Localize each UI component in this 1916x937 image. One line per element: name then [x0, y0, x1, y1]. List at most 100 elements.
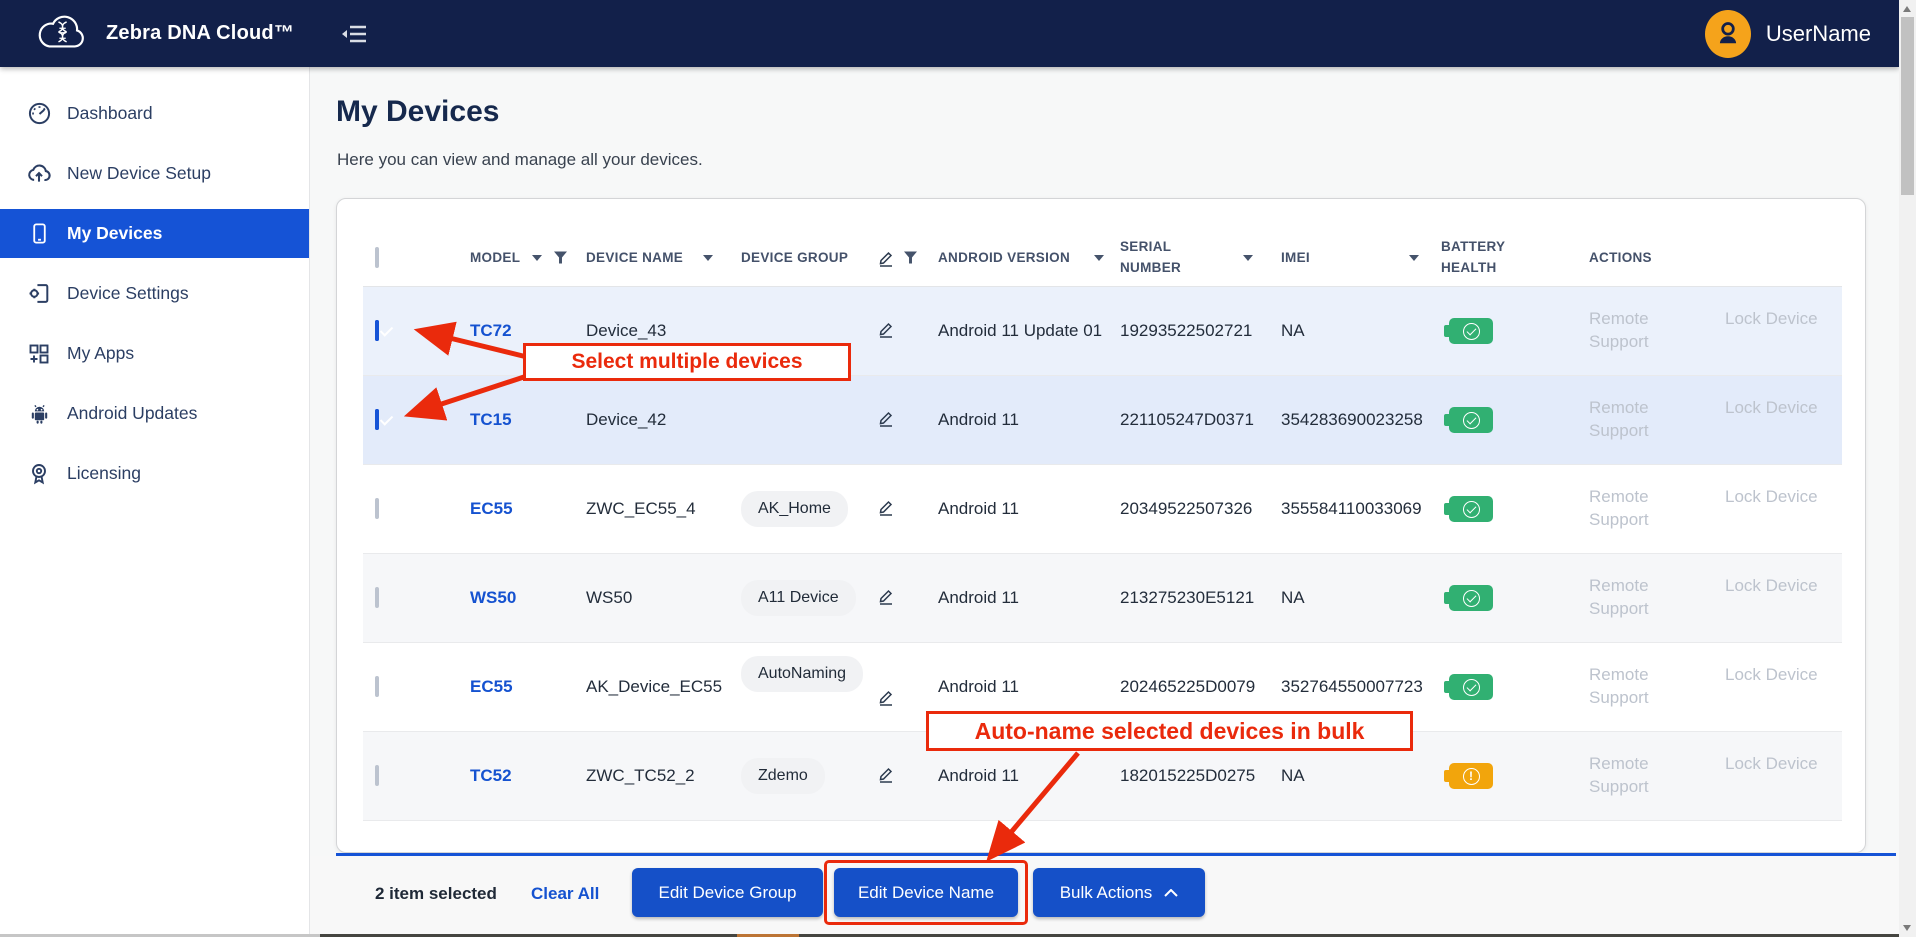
- select-all-checkbox[interactable]: [375, 247, 379, 268]
- column-header-group-tools: [877, 249, 938, 267]
- column-header-model[interactable]: MODEL: [470, 250, 586, 265]
- scrollbar-down-arrow-icon[interactable]: [1903, 925, 1911, 931]
- row-checkbox[interactable]: [375, 320, 379, 341]
- sidebar-item-licensing[interactable]: Licensing: [0, 449, 309, 498]
- page-scrollbar[interactable]: [1899, 0, 1916, 937]
- serial-number-cell: 19293522502721: [1120, 320, 1281, 343]
- table-row: EC55 ZWC_EC55_4 AK_Home Android 11 20349…: [363, 465, 1842, 554]
- lock-device-action[interactable]: Lock Device: [1725, 753, 1831, 799]
- filter-funnel-icon[interactable]: [554, 251, 567, 264]
- device-group-chip: AutoNaming: [741, 656, 863, 692]
- filter-funnel-icon[interactable]: [904, 251, 917, 264]
- sidebar-item-my-devices[interactable]: My Devices: [0, 209, 309, 258]
- lock-device-action[interactable]: Lock Device: [1725, 308, 1831, 354]
- column-header-serial-number[interactable]: SERIAL NUMBER: [1120, 237, 1281, 278]
- user-avatar[interactable]: [1705, 10, 1751, 58]
- zebra-dna-cloud-logo-icon: [34, 8, 92, 59]
- page-title: My Devices: [336, 95, 499, 129]
- android-version-cell: Android 11: [938, 498, 1120, 521]
- remote-support-action[interactable]: Remote Support: [1589, 753, 1695, 799]
- sort-caret-icon[interactable]: [532, 255, 542, 261]
- column-header-battery-health: BATTERY HEALTH: [1441, 237, 1589, 278]
- row-checkbox[interactable]: [375, 587, 379, 608]
- sort-caret-icon[interactable]: [703, 255, 713, 261]
- row-checkbox[interactable]: [375, 676, 379, 697]
- edit-pencil-icon[interactable]: [877, 587, 895, 605]
- sidebar-item-android-updates[interactable]: Android Updates: [0, 389, 309, 438]
- battery-health-good-icon: [1449, 318, 1493, 344]
- edit-pencil-icon[interactable]: [877, 498, 895, 516]
- model-link[interactable]: WS50: [470, 588, 516, 607]
- sidebar-item-label: Android Updates: [67, 403, 197, 424]
- remote-support-action[interactable]: Remote Support: [1589, 486, 1695, 532]
- clear-all-link[interactable]: Clear All: [531, 884, 599, 904]
- remote-support-action[interactable]: Remote Support: [1589, 575, 1695, 621]
- imei-cell: NA: [1281, 765, 1441, 788]
- imei-cell: NA: [1281, 320, 1441, 343]
- device-group-cell: AutoNaming: [741, 669, 877, 705]
- row-checkbox[interactable]: [375, 498, 379, 519]
- remote-support-action[interactable]: Remote Support: [1589, 664, 1695, 710]
- sort-caret-icon[interactable]: [1094, 255, 1104, 261]
- row-checkbox[interactable]: [375, 409, 379, 430]
- sidebar-item-my-apps[interactable]: My Apps: [0, 329, 309, 378]
- brand-title: Zebra DNA Cloud™: [106, 22, 294, 45]
- device-group-cell: AK_Home: [741, 491, 877, 527]
- serial-number-cell: 221105247D0371: [1120, 409, 1281, 432]
- selected-count-text: 2 item selected: [375, 884, 497, 904]
- column-header-android-version[interactable]: ANDROID VERSION: [938, 250, 1120, 265]
- edit-pencil-icon[interactable]: [877, 320, 895, 338]
- sort-caret-icon[interactable]: [1409, 255, 1419, 261]
- sidebar-item-dashboard[interactable]: Dashboard: [0, 89, 309, 138]
- android-version-cell: Android 11: [938, 676, 1120, 699]
- edit-pencil-icon[interactable]: [877, 765, 895, 783]
- sidebar-nav: Dashboard New Device Setup My Devices De…: [0, 67, 310, 937]
- edit-device-group-button[interactable]: Edit Device Group: [632, 868, 823, 917]
- scrollbar-thumb[interactable]: [1901, 17, 1914, 195]
- model-link[interactable]: EC55: [470, 677, 513, 696]
- serial-number-cell: 182015225D0275: [1120, 765, 1281, 788]
- annotation-auto-name-bulk: Auto-name selected devices in bulk: [926, 711, 1413, 751]
- edit-device-name-button[interactable]: Edit Device Name: [834, 868, 1018, 917]
- scrollbar-up-arrow-icon[interactable]: [1903, 6, 1911, 12]
- bulk-actions-button[interactable]: Bulk Actions: [1033, 868, 1205, 917]
- sort-caret-icon[interactable]: [1243, 255, 1253, 261]
- device-group-cell: Zdemo: [741, 758, 877, 794]
- lock-device-action[interactable]: Lock Device: [1725, 575, 1831, 621]
- column-header-actions: ACTIONS: [1589, 250, 1842, 265]
- sidebar-item-label: Device Settings: [67, 283, 189, 304]
- model-link[interactable]: TC15: [470, 410, 512, 429]
- lock-device-action[interactable]: Lock Device: [1725, 397, 1831, 443]
- remote-support-action[interactable]: Remote Support: [1589, 397, 1695, 443]
- sidebar-item-new-device-setup[interactable]: New Device Setup: [0, 149, 309, 198]
- nav-username[interactable]: UserName: [1766, 21, 1871, 47]
- device-group-chip: Zdemo: [741, 758, 825, 794]
- imei-cell: 355584110033069: [1281, 498, 1441, 521]
- model-link[interactable]: TC72: [470, 321, 512, 340]
- edit-pencil-icon[interactable]: [877, 409, 895, 427]
- device-group-cell: A11 Device: [741, 580, 877, 616]
- edit-pencil-icon[interactable]: [877, 688, 895, 706]
- battery-health-good-icon: [1449, 585, 1493, 611]
- lock-device-action[interactable]: Lock Device: [1725, 664, 1831, 710]
- sidebar-item-label: Dashboard: [67, 103, 153, 124]
- model-link[interactable]: TC52: [470, 766, 512, 785]
- row-checkbox[interactable]: [375, 765, 379, 786]
- device-name-cell: Device_42: [586, 409, 741, 432]
- sidebar-item-device-settings[interactable]: Device Settings: [0, 269, 309, 318]
- selection-action-bar: 2 item selected Clear All Edit Device Gr…: [310, 856, 1899, 937]
- sidebar-item-label: New Device Setup: [67, 163, 211, 184]
- device-name-cell: WS50: [586, 587, 741, 610]
- remote-support-action[interactable]: Remote Support: [1589, 308, 1695, 354]
- device-group-chip: A11 Device: [741, 580, 856, 616]
- edit-pencil-icon[interactable]: [877, 249, 895, 267]
- lock-device-action[interactable]: Lock Device: [1725, 486, 1831, 532]
- imei-cell: 352764550007723: [1281, 676, 1441, 699]
- column-header-device-group[interactable]: DEVICE GROUP: [741, 250, 877, 265]
- licensing-badge-icon: [26, 461, 52, 487]
- column-header-imei[interactable]: IMEI: [1281, 250, 1441, 265]
- table-row: WS50 WS50 A11 Device Android 11 21327523…: [363, 554, 1842, 643]
- model-link[interactable]: EC55: [470, 499, 513, 518]
- column-header-device-name[interactable]: DEVICE NAME: [586, 250, 741, 265]
- sidebar-collapse-icon[interactable]: [340, 22, 370, 46]
